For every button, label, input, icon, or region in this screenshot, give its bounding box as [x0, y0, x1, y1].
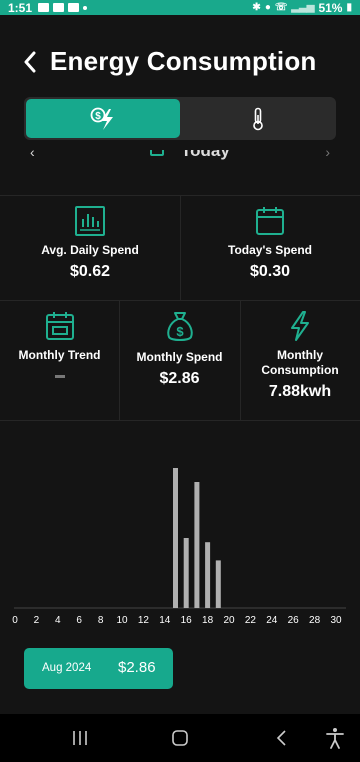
stat-label: Today's Spend: [228, 243, 312, 257]
recent-apps-button[interactable]: [68, 726, 92, 750]
stat-label: Monthly Spend: [136, 350, 223, 364]
header: Energy Consumption: [0, 40, 360, 84]
stat-monthly-spend: $ Monthly Spend $2.86: [119, 310, 240, 388]
svg-text:$: $: [176, 324, 184, 339]
status-time: 1:51: [8, 0, 33, 15]
chart-bar-day-18: [205, 542, 211, 608]
date-label[interactable]: Today: [181, 150, 230, 161]
x-tick-label: 16: [181, 615, 193, 626]
stat-todays-spend: Today's Spend $0.30: [180, 205, 360, 281]
battery-icon: ▮: [346, 2, 352, 13]
more-dot-icon: [83, 5, 88, 10]
status-bar: 1:51 ✱ ● ☏ ▂▃▅ 51% ▮: [0, 0, 360, 15]
wifi-call-icon: ☏: [274, 2, 288, 13]
x-tick-label: 6: [76, 615, 82, 626]
x-tick-label: 2: [34, 615, 40, 626]
x-tick-label: 8: [98, 615, 104, 626]
recent-apps-icon: [73, 731, 87, 745]
youtube-icon: [68, 3, 80, 12]
date-navigator: ‹ Today ›: [0, 150, 360, 164]
back-nav-icon: [276, 730, 286, 746]
x-tick-label: 14: [159, 615, 171, 626]
calendar-icon: [256, 207, 284, 235]
stat-value: $0.62: [69, 263, 111, 280]
back-nav-button[interactable]: [270, 726, 294, 750]
x-tick-label: 24: [266, 615, 278, 626]
stat-value: 7.88kwh: [268, 383, 332, 400]
x-tick-label: 20: [223, 615, 235, 626]
tab-temperature[interactable]: [182, 99, 334, 138]
chart-bar-day-17: [194, 482, 200, 608]
daily-spend-chart: 0 2 4 6 8 10 12 14 16 18 20 22 24 26 28 30: [0, 420, 360, 630]
chart-bar-day-16: [183, 538, 189, 608]
bar-chart: 0 2 4 6 8 10 12 14 16 18 20 22 24 26 28 30: [12, 468, 346, 626]
cost-energy-icon: $: [90, 107, 113, 130]
chart-bar-day-19: [215, 560, 221, 608]
money-bag-icon: $: [166, 312, 193, 341]
stat-label: Avg. Daily Spend: [41, 243, 139, 257]
calendar-icon: [150, 150, 164, 156]
stat-value-empty: [54, 375, 65, 378]
x-tick-label: 28: [309, 615, 321, 626]
x-tick-label: 12: [138, 615, 150, 626]
x-tick-label: 0: [12, 615, 18, 626]
home-icon: [172, 730, 188, 746]
mail-icon: [53, 3, 65, 12]
x-tick-label: 22: [245, 615, 257, 626]
x-tick-label: 26: [288, 615, 300, 626]
stat-avg-daily-spend: Avg. Daily Spend $0.62: [0, 205, 180, 281]
lightning-icon: [291, 311, 309, 341]
divider: [0, 300, 360, 301]
calendar-trend-icon: [45, 312, 74, 340]
x-tick-label: 4: [55, 615, 61, 626]
thermometer-icon: [253, 107, 263, 130]
chart-bar-icon: [75, 206, 105, 236]
stat-value: $2.86: [159, 370, 200, 387]
stat-label: Monthly Trend: [18, 348, 101, 362]
signal-icon: ▂▃▅: [291, 2, 315, 13]
gallery-icon: [38, 3, 50, 12]
location-icon: ●: [264, 2, 271, 13]
x-tick-label: 18: [202, 615, 214, 626]
stat-label: Monthly Consumption: [261, 348, 339, 377]
chart-bar-day-15: [173, 468, 178, 608]
stat-monthly-trend: Monthly Trend: [0, 310, 119, 383]
stat-monthly-consumption: Monthly Consumption 7.88kwh: [240, 310, 360, 401]
svg-text:$: $: [95, 111, 101, 122]
back-chevron-icon: [24, 51, 36, 73]
summary-amount: $2.86: [118, 659, 156, 676]
page-title: Energy Consumption: [50, 46, 317, 76]
tab-cost[interactable]: $: [26, 99, 180, 138]
x-tick-label: 30: [330, 615, 342, 626]
summary-month: Aug 2024: [42, 662, 92, 674]
mode-toggle: $: [24, 97, 336, 140]
bluetooth-icon: ✱: [252, 2, 261, 13]
accessibility-button[interactable]: [323, 726, 347, 750]
next-date-button[interactable]: ›: [325, 150, 330, 160]
stat-value: $0.30: [249, 263, 291, 280]
back-button[interactable]: [18, 48, 42, 76]
x-tick-label: 10: [116, 615, 128, 626]
home-button[interactable]: [168, 726, 192, 750]
prev-date-button[interactable]: ‹: [30, 150, 35, 160]
accessibility-icon: [326, 728, 344, 749]
month-summary-button[interactable]: Aug 2024 $2.86: [24, 648, 173, 689]
battery-text: 51%: [318, 0, 343, 15]
system-nav-bar: [0, 714, 360, 762]
